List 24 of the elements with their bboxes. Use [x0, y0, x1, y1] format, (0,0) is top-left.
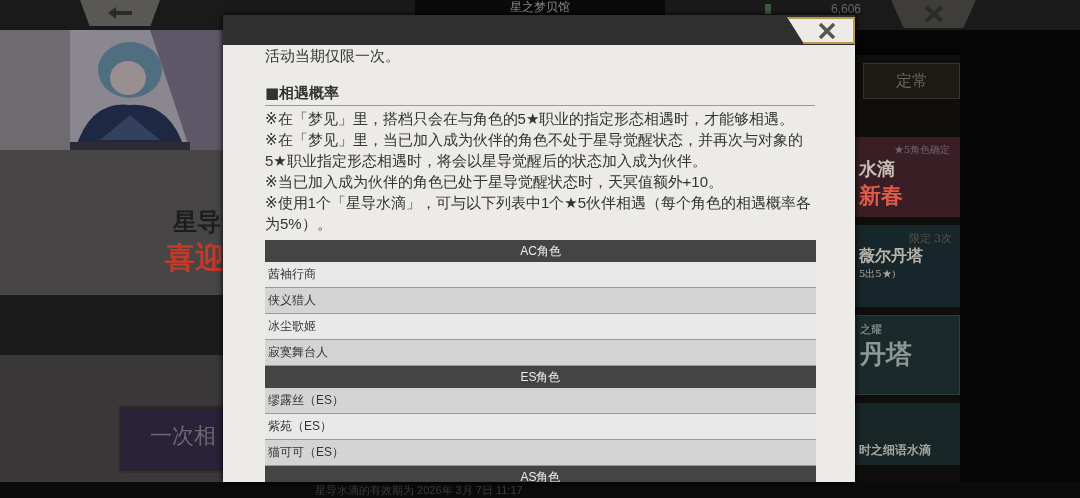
close-button[interactable] — [787, 17, 855, 44]
currency-count: 6,606 — [831, 2, 862, 16]
table-header: AS角色 — [265, 466, 816, 482]
table-cell: 寂寞舞台人 — [265, 340, 816, 366]
table-cell: 侠义猎人 — [265, 288, 816, 314]
back-arrow-icon — [107, 6, 133, 20]
banner-card[interactable]: 限定 3次 薇尔丹塔 5出5★) — [855, 225, 960, 307]
note-text: ※在「梦见」里，搭档只会在与角色的5★职业的指定形态相遇时，才能够相遇。 — [265, 109, 796, 129]
close-icon — [818, 22, 836, 39]
note-text: ※在「梦见」里，当已加入成为伙伴的角色不处于星导觉醒状态，并再次与对象的5★职业指定形态相遇时，将会以星导觉醒后的状态加入成为伙伴。 — [265, 130, 804, 171]
note-text: ※使用1个「星导水滴」，可与以下列表中1个★5伙伴相遇（每个角色的相遇概率各为5%）。 — [265, 193, 813, 234]
table-cell: 猫可可（ES） — [265, 440, 816, 466]
table-header: AC角色 — [265, 240, 816, 262]
gem-icon — [765, 4, 771, 14]
table-header: ES角色 — [265, 366, 816, 388]
table-cell: 缪露丝（ES） — [265, 388, 816, 414]
banner-subtitle: 喜迎 — [165, 240, 225, 276]
banner-card[interactable]: 之耀 丹塔 — [855, 315, 960, 395]
screen-title: 星之梦贝馆 — [415, 0, 665, 15]
banner-card[interactable]: ★5角色确定 水滴 新春 — [855, 137, 960, 217]
body-text: 活动当期仅限一次。 — [265, 46, 401, 66]
banner-card[interactable]: 时之细语水滴 — [855, 403, 960, 465]
note-text: ※当已加入成为伙伴的角色已处于星导觉醒状态时，天冥值额外+10。 — [265, 172, 724, 192]
section-heading: ■相遇概率 — [265, 83, 815, 106]
